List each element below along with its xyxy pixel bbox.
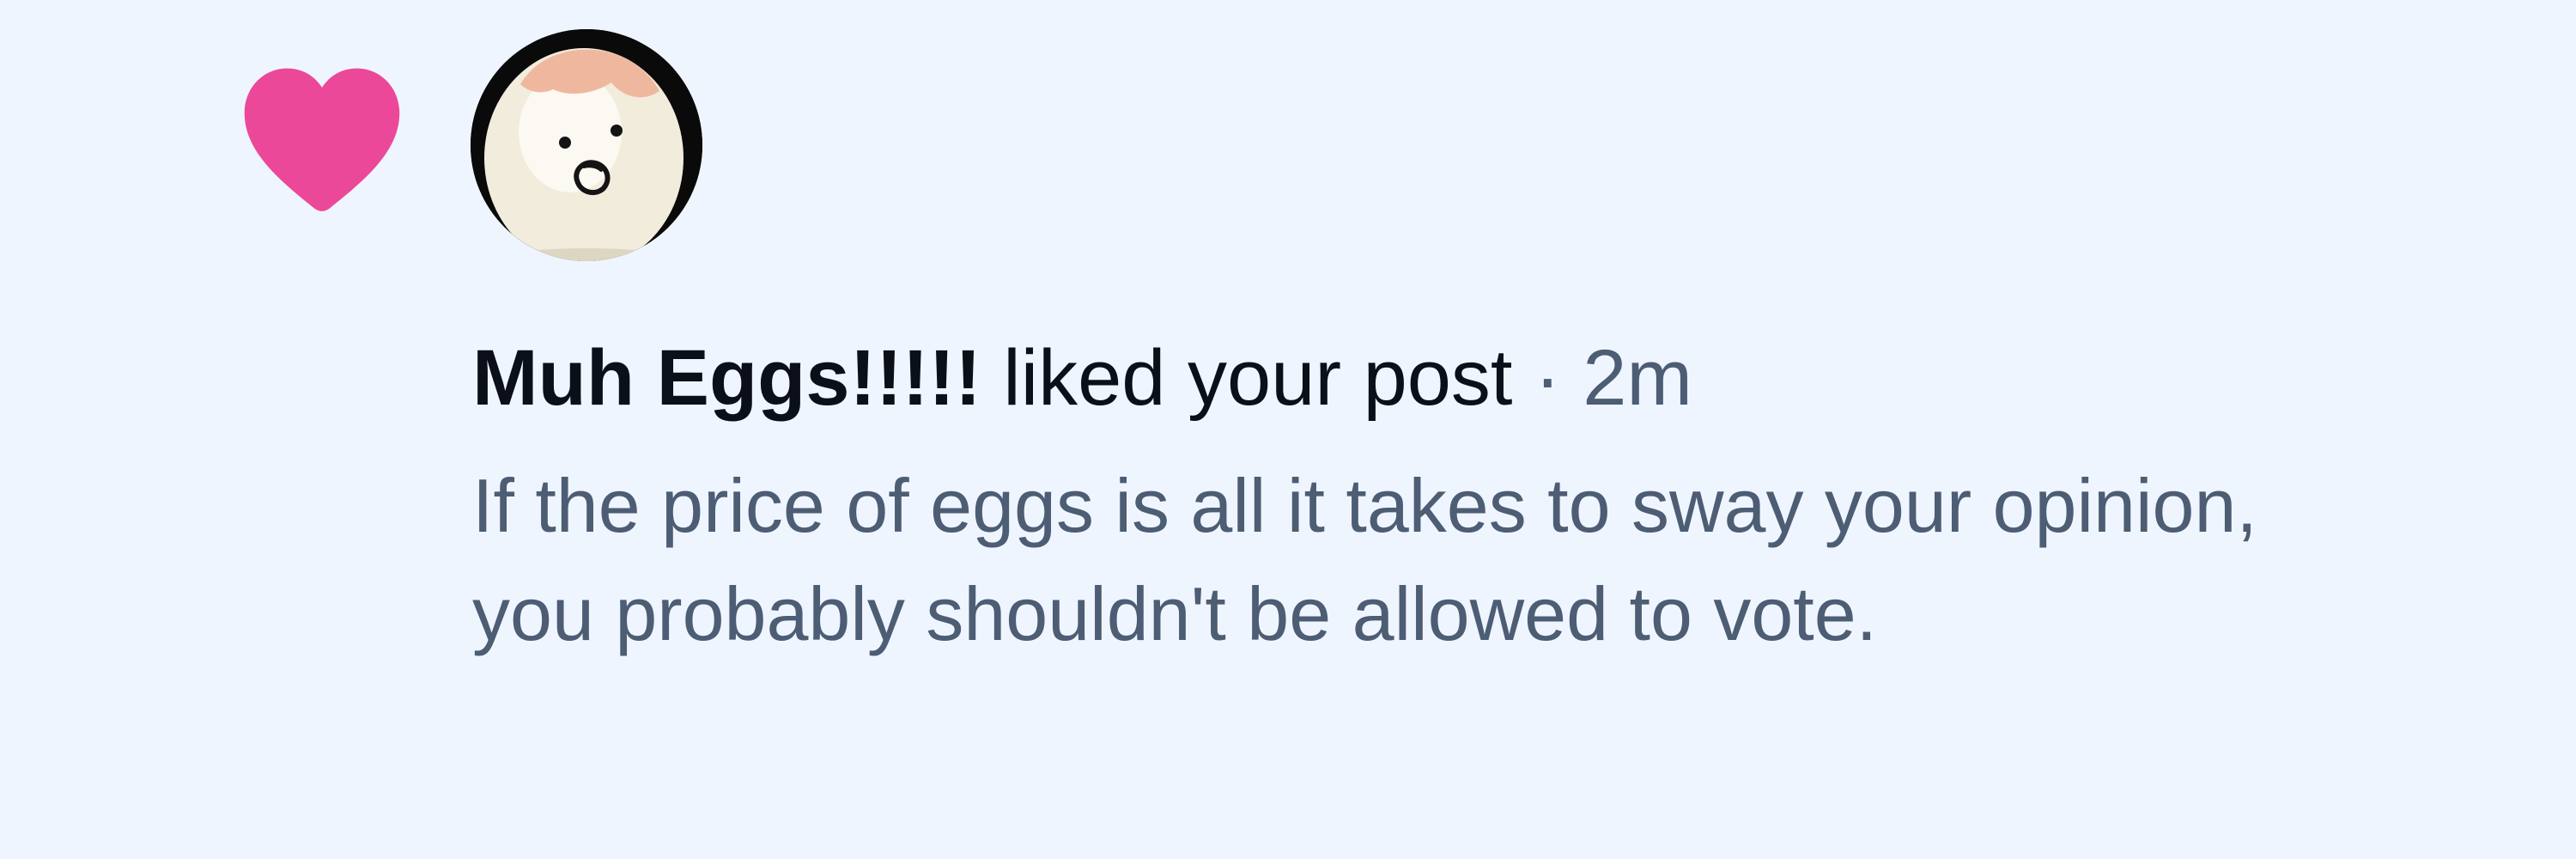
notification-headline: Muh Eggs!!!!! liked your post · 2m [472,326,1692,430]
action-text: liked your post [1003,334,1513,422]
egg-face-avatar-icon [471,29,702,261]
timestamp: 2m [1583,334,1693,422]
like-notification[interactable]: Muh Eggs!!!!! liked your post · 2m If th… [0,0,2576,859]
liked-post-text[interactable]: If the price of eggs is all it takes to … [472,452,2361,668]
username-link[interactable]: Muh Eggs!!!!! [472,334,981,422]
user-avatar[interactable] [471,29,702,261]
separator-dot: · [1534,334,1561,422]
heart-icon [244,68,400,211]
